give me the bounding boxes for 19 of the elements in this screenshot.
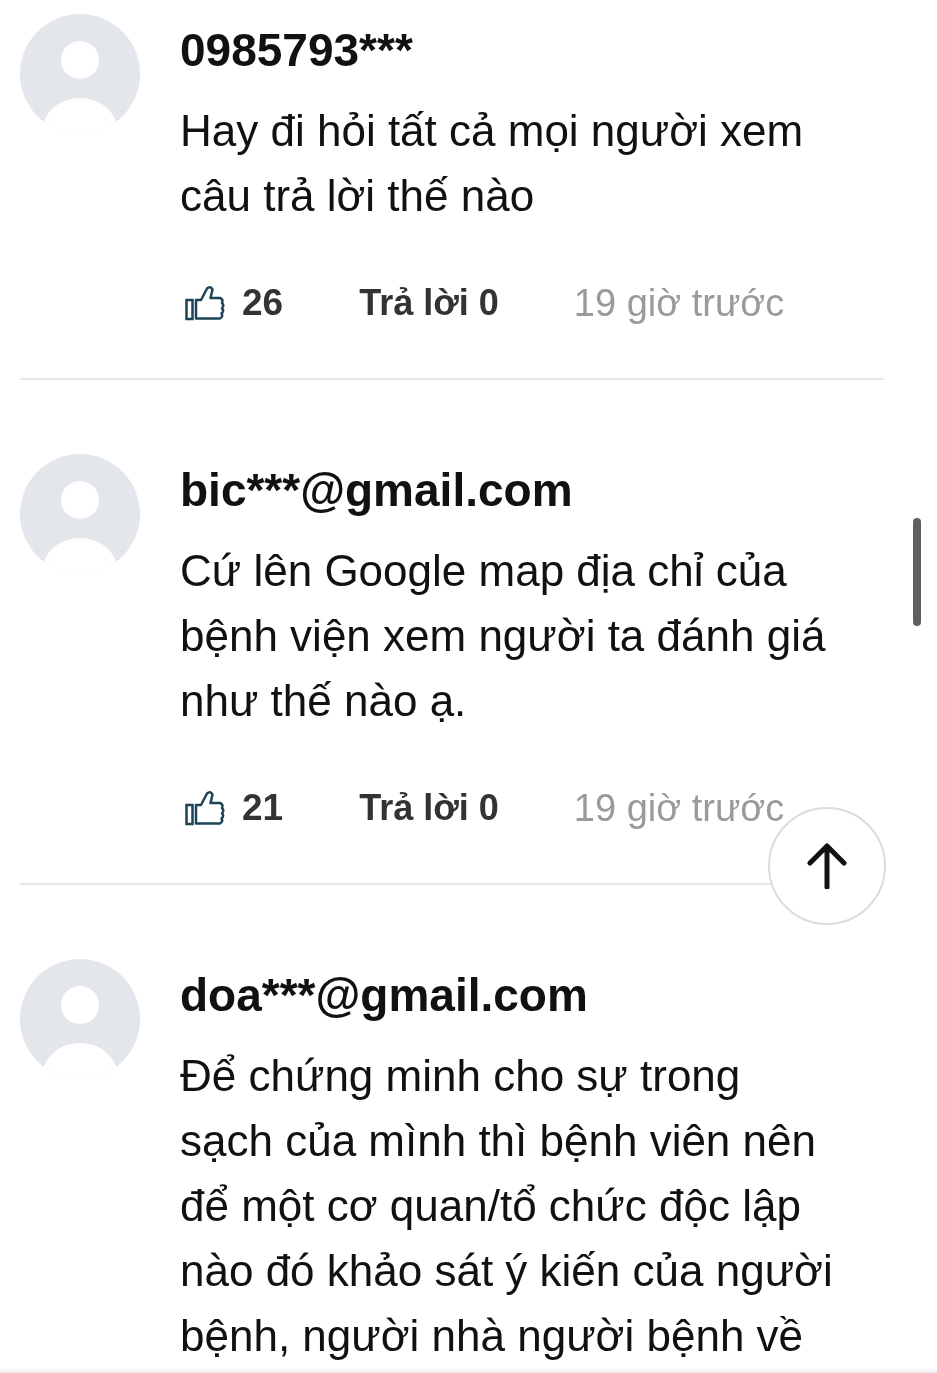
comment-text: Cứ lên Google map địa chỉ của bệnh viện xem người ta đánh giá như thế nào ạ. (180, 545, 827, 727)
avatar-icon (20, 454, 140, 574)
comment-text: Để chứng minh cho sự trong sạch của mình thì bệnh viên nên để một cơ quan/tổ chức độc lập nào đó khảo sát ý kiến của người bệnh, người nhà người bệnh về (180, 1050, 834, 1362)
reply-button[interactable]: Trả lời 0 (359, 276, 499, 330)
reply-button[interactable]: Trả lời 0 (359, 781, 499, 835)
comment-text: Hay đi hỏi tất cả mọi người xem câu trả lời thế nào (180, 105, 805, 222)
timestamp: 19 giờ trước (573, 785, 785, 831)
arrow-up-icon (807, 843, 847, 889)
avatar-icon (20, 959, 140, 1079)
author-name: bic***@gmail.com (180, 466, 574, 514)
thumbs-up-icon (185, 285, 225, 321)
like-button[interactable]: 26 (185, 275, 284, 331)
thumbs-up-icon (185, 790, 225, 826)
timestamp: 19 giờ trước (573, 280, 785, 326)
like-button[interactable]: 21 (185, 780, 284, 836)
scrollbar-thumb[interactable] (913, 518, 921, 626)
author-name: doa***@gmail.com (180, 971, 589, 1019)
author-name: 0985793*** (180, 26, 414, 74)
avatar-icon (20, 14, 140, 134)
